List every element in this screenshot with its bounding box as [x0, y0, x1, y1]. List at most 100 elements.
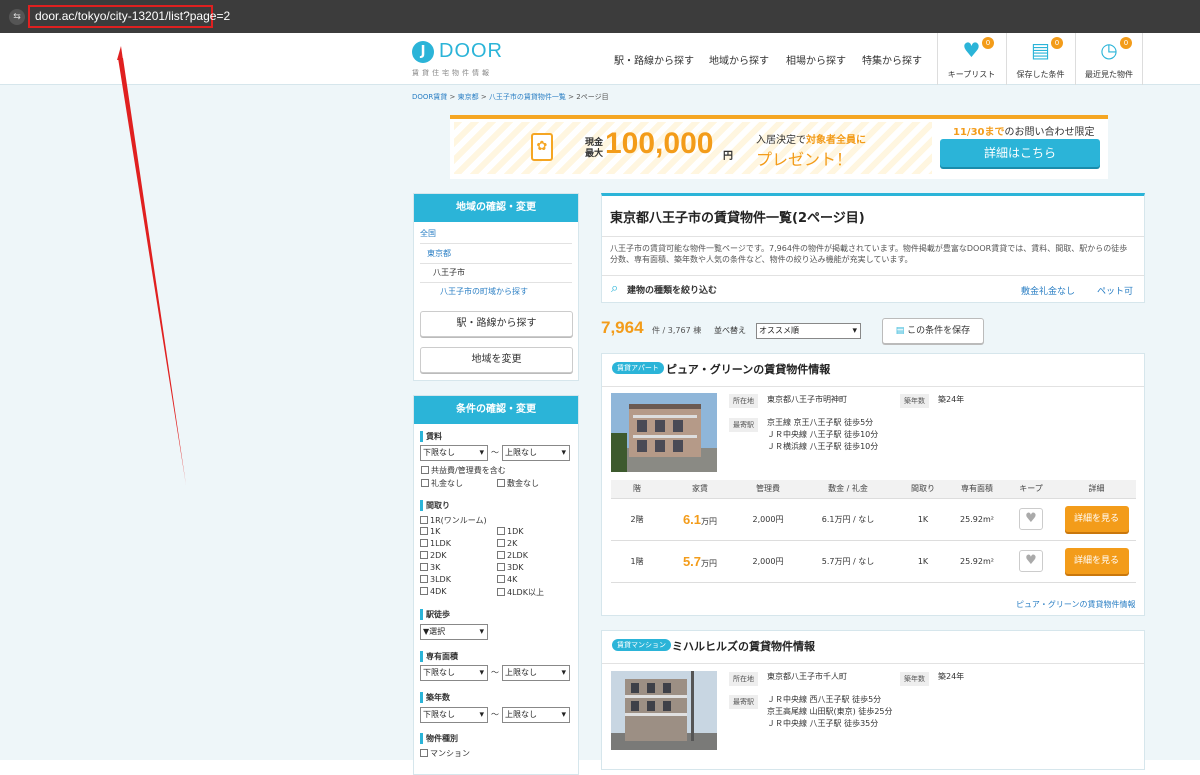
property-info-link[interactable]: ピュア・グリーンの賃貸物件情報 [1016, 599, 1135, 610]
url-text[interactable]: door.ac/tokyo/city-13201/list?page=2 [28, 5, 230, 28]
layout-2k-checkbox[interactable]: 2K [497, 539, 517, 548]
keep-heart-icon[interactable]: ♥ [1019, 550, 1043, 572]
age-label: 築年数 [900, 672, 929, 686]
col-rent: 家賃 [663, 480, 737, 499]
breadcrumb: DOOR賃貸 > 東京都 > 八王子市の賃貸物件一覧 > 2ページ目 [412, 93, 609, 101]
station-search-button[interactable]: 駅・路線から探す [420, 311, 573, 337]
banner-amount: 100,000 [605, 127, 714, 160]
view-detail-button[interactable]: 詳細を見る [1064, 548, 1129, 574]
age-min-select[interactable]: 下限なし [420, 707, 488, 723]
banner-detail-button[interactable]: 詳細はこちら [940, 139, 1100, 167]
quick-filter-no-deposit[interactable]: 敷金礼金なし [1021, 284, 1075, 297]
banner-line2: プレゼント！ [756, 150, 853, 169]
door-logo-icon[interactable]: J [412, 41, 434, 63]
area-max-select[interactable]: 上限なし [502, 665, 570, 681]
col-floor: 階 [611, 480, 663, 499]
common-fee-checkbox[interactable]: 共益費/管理費を含む [421, 465, 506, 476]
layout-3ldk-checkbox[interactable]: 3LDK [420, 575, 451, 584]
result-count: 7,964 [601, 318, 644, 337]
unit-rent: 5.7万円 [663, 540, 737, 583]
col-layout: 間取り [897, 480, 949, 499]
layout-4k-checkbox[interactable]: 4K [497, 575, 517, 584]
keep-heart-icon[interactable]: ♥ [1019, 508, 1043, 530]
property-photo[interactable] [611, 671, 717, 750]
breadcrumb-city[interactable]: 八王子市の賃貸物件一覧 [489, 93, 566, 101]
narrow-building-type[interactable]: 建物の種類を絞り込む [627, 283, 717, 296]
page-description: 八王子市の賃貸可能な物件一覧ページです。7,964件の物件が掲載されています。物… [610, 244, 1128, 264]
property-title[interactable]: ピュア・グリーンの賃貸物件情報 [666, 361, 830, 377]
layout-2ldk-checkbox[interactable]: 2LDK [497, 551, 528, 560]
area-level-tokyo[interactable]: 東京都 [427, 248, 451, 259]
sort-select[interactable]: オススメ順 [756, 323, 861, 339]
keep-count-badge: 0 [982, 37, 994, 49]
unit-fee: 2,000円 [737, 540, 799, 583]
area-min-select[interactable]: 下限なし [420, 665, 488, 681]
layout-1k-checkbox[interactable]: 1K [420, 527, 440, 536]
age-value: 築24年 [938, 395, 965, 404]
mansion-photo-icon [611, 671, 717, 750]
layout-4dk-checkbox[interactable]: 4DK [420, 587, 447, 596]
col-deposit: 敷金 / 礼金 [799, 480, 897, 499]
units-header-row: 階 家賃 管理費 敷金 / 礼金 間取り 専有面積 キープ 詳細 [611, 480, 1136, 499]
change-area-button[interactable]: 地域を変更 [420, 347, 573, 373]
rent-max-select[interactable]: 上限なし [502, 445, 570, 461]
station-1: ＪＲ中央線 西八王子駅 徒歩5分 [767, 695, 882, 704]
quick-filter-pet[interactable]: ペット可 [1097, 284, 1133, 297]
station-2: ＪＲ中央線 八王子駅 徒歩10分 [767, 430, 879, 439]
no-key-money-checkbox[interactable]: 礼金なし [421, 478, 463, 489]
tune-icon[interactable]: ⇆ [9, 9, 25, 25]
area-level-town-search[interactable]: 八王子市の町域から探す [440, 286, 528, 297]
age-max-select[interactable]: 上限なし [502, 707, 570, 723]
breadcrumb-tokyo[interactable]: 東京都 [458, 93, 479, 101]
divider [602, 386, 1144, 387]
layout-4ldk-checkbox[interactable]: 4LDK以上 [497, 587, 544, 598]
sort-label: 並べ替え [714, 326, 746, 335]
divider [602, 275, 1144, 276]
rent-heading: 賃料 [420, 431, 442, 442]
layout-3dk-checkbox[interactable]: 3DK [497, 563, 524, 572]
age-value: 築24年 [938, 672, 965, 681]
area-panel-heading: 地域の確認・変更 [414, 194, 578, 222]
layout-2dk-checkbox[interactable]: 2DK [420, 551, 447, 560]
layout-1r-checkbox[interactable]: 1R(ワンルーム) [420, 515, 487, 526]
logo-subtitle: 賃貸住宅物件情報 [412, 69, 492, 77]
no-deposit-checkbox[interactable]: 敷金なし [497, 478, 539, 489]
table-row: 2階 6.1万円 2,000円 6.1万円 / なし 1K 25.92m² ♥ … [611, 498, 1136, 541]
station-3: ＪＲ中央線 八王子駅 徒歩35分 [767, 719, 879, 728]
layout-3k-checkbox[interactable]: 3K [420, 563, 440, 572]
nav-station[interactable]: 駅・路線から探す [614, 52, 694, 67]
nav-area[interactable]: 地域から探す [709, 52, 769, 67]
gift-icon: ✿ [531, 133, 553, 161]
apartment-photo-icon [611, 393, 717, 472]
save-condition-button[interactable]: ▤ この条件を保存 [882, 318, 984, 344]
address-value: 東京都八王子市千人町 [767, 672, 847, 681]
view-detail-button[interactable]: 詳細を見る [1064, 506, 1129, 532]
type-mansion-checkbox[interactable]: マンション [420, 748, 470, 759]
station-label: 最寄駅 [729, 695, 758, 709]
station-1: 京王線 京王八王子駅 徒歩5分 [767, 418, 874, 427]
saved-count-badge: 0 [1051, 37, 1063, 49]
logo-text[interactable]: DOOR [439, 40, 503, 63]
conditions-panel-heading: 条件の確認・変更 [414, 396, 578, 424]
detail-cell: 詳細を見る [1057, 498, 1136, 541]
walk-select[interactable]: ▼選択 [420, 624, 488, 640]
keep-cell: ♥ [1005, 498, 1057, 541]
nav-special[interactable]: 特集から探す [862, 52, 922, 67]
keep-list-button[interactable]: ♥ 0 キープリスト [937, 33, 1005, 85]
breadcrumb-current: 2ページ目 [576, 93, 609, 101]
property-photo[interactable] [611, 393, 717, 472]
layout-1ldk-checkbox[interactable]: 1LDK [420, 539, 451, 548]
unit-fee: 2,000円 [737, 498, 799, 541]
type-heading: 物件種別 [420, 733, 458, 744]
area-level-national[interactable]: 全国 [420, 228, 436, 239]
property-title[interactable]: ミハルヒルズの賃貸物件情報 [672, 638, 815, 654]
rent-min-select[interactable]: 下限なし [420, 445, 488, 461]
nav-price[interactable]: 相場から探す [786, 52, 846, 67]
detail-cell: 詳細を見る [1057, 540, 1136, 583]
unit-rent: 6.1万円 [663, 498, 737, 541]
unit-deposit: 5.7万円 / なし [799, 540, 897, 583]
layout-1dk-checkbox[interactable]: 1DK [497, 527, 524, 536]
saved-conditions-button[interactable]: ▤ 0 保存した条件 [1006, 33, 1074, 85]
recent-viewed-button[interactable]: ◷ 0 最近見た物件 [1075, 33, 1143, 85]
breadcrumb-home[interactable]: DOOR賃貸 [412, 93, 447, 101]
